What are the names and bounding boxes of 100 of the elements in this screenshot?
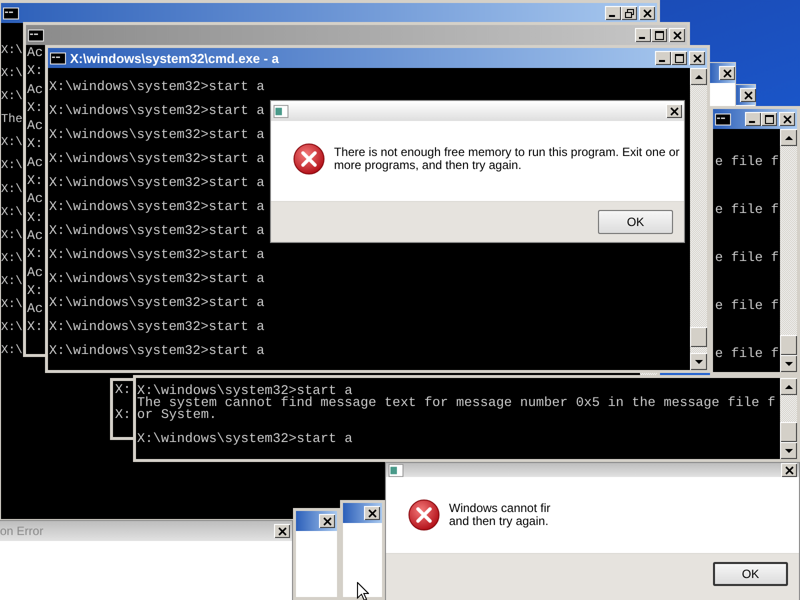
console-text: The xyxy=(1,113,23,126)
ok-button[interactable]: OK xyxy=(598,210,673,234)
console-text: X:\windows\system32>start a xyxy=(49,81,264,93)
close-button[interactable] xyxy=(319,514,335,528)
scroll-down-button[interactable] xyxy=(690,353,707,370)
console-text: Ac xyxy=(27,193,43,206)
console-text: X:\windows\system32>start a xyxy=(49,321,264,333)
close-icon xyxy=(692,54,702,62)
console-text: e file f xyxy=(715,204,779,216)
close-icon xyxy=(670,106,678,116)
restore-button[interactable] xyxy=(621,6,637,20)
title-bar[interactable] xyxy=(1,3,657,23)
maximize-button[interactable] xyxy=(651,28,667,42)
console-text: e file f xyxy=(715,348,779,360)
console-text: X:\windows\system32>start a xyxy=(49,249,264,261)
minimize-button[interactable] xyxy=(745,112,761,126)
close-button[interactable] xyxy=(666,104,682,118)
console-text: Ac xyxy=(27,303,43,316)
console-text: X:\windows\system32>start a xyxy=(137,433,352,445)
console-text: X:\ xyxy=(1,321,23,334)
title-bar[interactable] xyxy=(26,25,687,45)
console-text: X: xyxy=(27,284,43,297)
minimize-icon xyxy=(609,15,615,17)
scroll-thumb[interactable] xyxy=(690,327,707,347)
console-text: X:\windows\system32>start a xyxy=(49,129,264,141)
window-icon xyxy=(273,104,289,118)
scroll-down-button[interactable] xyxy=(780,355,797,372)
scrollbar[interactable] xyxy=(780,129,797,372)
minimize-button[interactable] xyxy=(605,6,621,20)
maximize-icon xyxy=(674,54,684,62)
console-text: X:\windows\system32>start a xyxy=(137,385,352,397)
console-text: X:\ xyxy=(1,344,23,356)
console-text: Ac xyxy=(27,47,43,59)
console-icon xyxy=(3,6,19,20)
restore-icon xyxy=(624,8,634,18)
minimize-icon xyxy=(749,121,755,123)
scrollbar[interactable] xyxy=(780,378,797,459)
close-button[interactable] xyxy=(669,28,685,42)
close-icon xyxy=(642,8,652,18)
console-text: X:\ xyxy=(1,182,23,195)
console-text: X:\ xyxy=(1,298,23,310)
scroll-thumb[interactable] xyxy=(780,335,797,355)
close-button[interactable] xyxy=(781,463,797,477)
maximize-icon xyxy=(764,114,774,124)
close-icon xyxy=(744,90,752,100)
title-bar[interactable] xyxy=(710,63,735,83)
console-text: e file f xyxy=(715,156,779,168)
close-icon xyxy=(782,114,792,124)
console-text: X: xyxy=(27,102,43,114)
ok-button[interactable]: OK xyxy=(713,562,788,586)
error-icon xyxy=(408,499,440,531)
console-text: X: xyxy=(27,138,43,150)
title-bar[interactable] xyxy=(343,503,382,523)
minimize-button[interactable] xyxy=(655,51,671,65)
close-icon xyxy=(322,516,332,526)
scroll-up-button[interactable] xyxy=(780,129,797,146)
console-text: X:\ xyxy=(1,228,23,241)
dialog-message: Windows cannot fir and then try again. xyxy=(449,502,550,528)
maximize-button[interactable] xyxy=(761,112,777,126)
maximize-button[interactable] xyxy=(671,51,687,65)
console-text: X:\ xyxy=(1,44,23,56)
console-text: X:\windows\system32>start a xyxy=(49,345,264,357)
close-icon xyxy=(784,466,794,474)
scrollbar[interactable] xyxy=(690,68,707,370)
title-bar[interactable] xyxy=(713,109,797,129)
console-text: Ac xyxy=(27,156,43,169)
title-bar[interactable] xyxy=(296,511,337,531)
close-icon xyxy=(368,508,376,518)
console-icon xyxy=(28,28,44,42)
minimize-button[interactable] xyxy=(635,28,651,42)
window-title: on Error xyxy=(0,524,44,538)
title-bar[interactable]: X:\windows\system32\cmd.exe - a xyxy=(48,48,707,68)
console-text: The system cannot find message text for message number 0x5 in the message file f xyxy=(137,397,776,409)
console-text: X: xyxy=(27,65,43,78)
close-button[interactable] xyxy=(779,112,795,126)
console-text: X:\windows\system32>start a xyxy=(49,105,264,117)
scroll-up-button[interactable] xyxy=(780,378,797,395)
console-text: Ac xyxy=(27,230,43,242)
close-button[interactable] xyxy=(719,66,735,80)
scroll-thumb[interactable] xyxy=(780,422,797,442)
console-text: X: xyxy=(115,409,131,421)
console-text: X:\windows\system32>start a xyxy=(49,297,264,309)
console-text: X:\windows\system32>start a xyxy=(49,153,264,165)
console-text: or System. xyxy=(137,409,217,421)
console-text: X:\ xyxy=(1,206,23,218)
maximize-icon xyxy=(654,30,664,40)
close-button[interactable] xyxy=(364,506,380,520)
scroll-up-button[interactable] xyxy=(690,68,707,85)
close-button[interactable] xyxy=(689,51,705,65)
console-text: X:\ xyxy=(1,274,23,287)
console-icon xyxy=(715,112,731,126)
console-text: X:\ xyxy=(1,90,23,102)
close-button[interactable] xyxy=(639,6,655,20)
close-button[interactable] xyxy=(274,524,290,538)
window-body xyxy=(296,531,337,597)
console-text: Ac xyxy=(27,84,43,96)
scroll-down-button[interactable] xyxy=(780,442,797,459)
console-text: X:\ xyxy=(1,136,23,148)
error-icon xyxy=(293,143,325,175)
close-button[interactable] xyxy=(740,88,756,102)
